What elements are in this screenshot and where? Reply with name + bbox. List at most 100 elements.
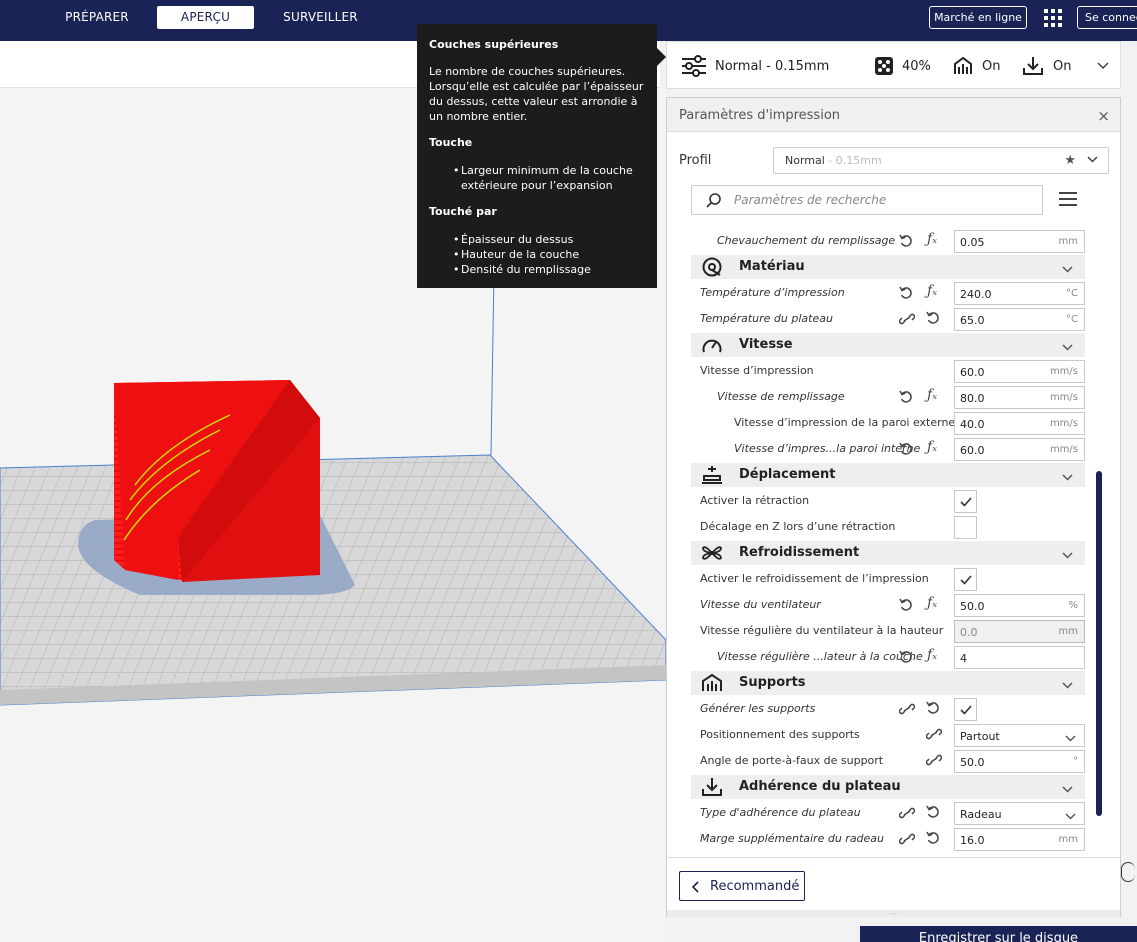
setting-checkbox[interactable] xyxy=(954,698,977,721)
setting-unit: mm xyxy=(1058,834,1078,845)
reset-icon[interactable] xyxy=(926,701,940,718)
setting-input[interactable]: 80.0 mm/s xyxy=(954,386,1085,409)
reset-icon[interactable] xyxy=(926,311,940,328)
category-header[interactable]: Refroidissement xyxy=(691,541,1085,565)
tab-preview[interactable]: APERÇU xyxy=(157,6,254,29)
reset-icon[interactable] xyxy=(899,390,913,407)
close-icon[interactable]: × xyxy=(1097,107,1110,125)
setting-select-value: Radeau xyxy=(960,808,1002,821)
setting-input[interactable]: 50.0 ° xyxy=(954,750,1085,773)
side-toggle[interactable] xyxy=(1121,862,1135,882)
setting-value: 50.0 xyxy=(960,756,985,769)
apps-grid-icon[interactable] xyxy=(1043,8,1063,28)
link-icon[interactable] xyxy=(898,702,916,719)
setting-label: Température du plateau xyxy=(700,312,833,325)
chevron-down-icon xyxy=(1062,782,1073,796)
summary-profile[interactable]: Normal - 0.15mm xyxy=(681,42,829,90)
search-input[interactable] xyxy=(734,192,1024,208)
setting-input[interactable]: 50.0% xyxy=(954,594,1085,617)
setting-input[interactable]: 60.0 mm/s xyxy=(954,360,1085,383)
summary-expand[interactable] xyxy=(1097,42,1109,90)
chevron-down-icon xyxy=(1062,262,1073,276)
marketplace-button[interactable]: Marché en ligne xyxy=(929,6,1027,29)
setting-label: Générer les supports xyxy=(700,702,816,715)
tooltip-affects-item: Largeur minimum de la couche extérieure … xyxy=(453,163,646,193)
summary-adhesion[interactable]: On xyxy=(1023,42,1071,90)
search-icon xyxy=(706,193,721,208)
function-icon[interactable]: ƒₓ xyxy=(927,595,937,611)
setting-checkbox[interactable] xyxy=(954,490,977,513)
profile-select[interactable]: Normal - 0.15mm ★ xyxy=(773,147,1109,174)
setting-select[interactable]: Partout xyxy=(954,724,1085,747)
category-header[interactable]: Supports xyxy=(691,671,1085,695)
setting-input[interactable]: 240.0 °C xyxy=(954,282,1085,305)
link-icon[interactable] xyxy=(925,727,943,744)
setting-unit: mm xyxy=(1058,236,1078,247)
reset-icon[interactable] xyxy=(926,805,940,822)
setting-input[interactable]: 4 xyxy=(954,646,1085,669)
tab-prepare[interactable]: PRÉPARER xyxy=(55,6,139,29)
setting-unit: mm/s xyxy=(1049,418,1078,429)
category-header[interactable]: Matériau xyxy=(691,255,1085,279)
setting-label: Type d'adhérence du plateau xyxy=(700,806,861,819)
print-settings-summary[interactable]: Normal - 0.15mm 40% On On xyxy=(666,41,1121,89)
chevron-left-icon xyxy=(691,881,699,893)
reset-icon[interactable] xyxy=(899,234,913,251)
function-icon[interactable]: ƒₓ xyxy=(927,283,937,299)
setting-checkbox[interactable] xyxy=(954,568,977,591)
panel-resize-handle[interactable]: ... xyxy=(667,908,1120,917)
link-icon[interactable] xyxy=(898,806,916,823)
setting-select[interactable]: Radeau xyxy=(954,802,1085,825)
chevron-down-icon xyxy=(1065,810,1076,823)
function-icon[interactable]: ƒₓ xyxy=(927,439,937,455)
link-icon[interactable] xyxy=(898,312,916,329)
summary-infill[interactable]: 40% xyxy=(874,42,931,90)
settings-visibility-menu-icon[interactable] xyxy=(1058,191,1078,207)
category-header[interactable]: Vitesse xyxy=(691,333,1085,357)
setting-input[interactable]: 40.0 mm/s xyxy=(954,412,1085,435)
setting-unit: mm/s xyxy=(1049,444,1078,455)
function-icon[interactable]: ƒₓ xyxy=(927,647,937,663)
setting-checkbox[interactable] xyxy=(954,516,977,539)
link-icon[interactable] xyxy=(898,832,916,849)
setting-input[interactable]: 16.0 mm xyxy=(954,828,1085,851)
save-to-disk-button[interactable]: Enregistrer sur le disque xyxy=(860,926,1137,942)
reset-icon[interactable] xyxy=(899,442,913,459)
setting-input[interactable]: 65.0 °C xyxy=(954,308,1085,331)
category-header[interactable]: Adhérence du plateau xyxy=(691,775,1085,799)
setting-label: Positionnement des supports xyxy=(700,728,860,741)
tooltip-affected-by-item: Hauteur de la couche xyxy=(453,247,646,262)
reset-icon[interactable] xyxy=(899,650,913,667)
setting-input[interactable]: 60.0 mm/s xyxy=(954,438,1085,461)
setting-label: Activer la rétraction xyxy=(700,494,810,507)
reset-icon[interactable] xyxy=(926,831,940,848)
reset-icon[interactable] xyxy=(899,286,913,303)
function-icon[interactable]: ƒₓ xyxy=(927,231,937,247)
link-icon[interactable] xyxy=(925,753,943,770)
star-icon[interactable]: ★ xyxy=(1064,153,1076,168)
function-icon[interactable]: ƒₓ xyxy=(927,387,937,403)
category-header[interactable]: Déplacement xyxy=(691,463,1085,487)
setting-tooltip: Couches supérieures Le nombre de couches… xyxy=(417,24,657,288)
setting-input[interactable]: 0.05 mm xyxy=(954,230,1085,253)
scrollbar[interactable] xyxy=(1096,471,1102,816)
search-box[interactable] xyxy=(691,185,1043,215)
footer-divider xyxy=(667,857,1120,858)
settings-list[interactable]: Chevauchement du remplissage ƒₓ 0.05 mm Maté… xyxy=(667,218,1120,858)
right-margin xyxy=(1121,41,1137,942)
tab-monitor[interactable]: SURVEILLER xyxy=(272,6,369,29)
setting-row: Vitesse d’impres...la paroi interne ƒₓ 60.… xyxy=(667,436,1120,462)
summary-support[interactable]: On xyxy=(953,42,1000,90)
category-label: Supports xyxy=(739,675,806,690)
setting-row: Chevauchement du remplissage ƒₓ 0.05 mm xyxy=(667,228,1120,254)
setting-value: 65.0 xyxy=(960,314,985,327)
recommended-label: Recommandé xyxy=(710,879,800,894)
infill-icon xyxy=(875,57,893,75)
sign-in-button[interactable]: Se connecter xyxy=(1077,6,1137,29)
tooltip-affected-by-item: Densité du remplissage xyxy=(453,262,646,277)
tooltip-arrow xyxy=(657,48,666,66)
setting-row: Positionnement des supports Partout xyxy=(667,722,1120,748)
setting-input: 0.0 mm xyxy=(954,620,1085,643)
reset-icon[interactable] xyxy=(899,598,913,615)
recommended-button[interactable]: Recommandé xyxy=(679,871,805,901)
